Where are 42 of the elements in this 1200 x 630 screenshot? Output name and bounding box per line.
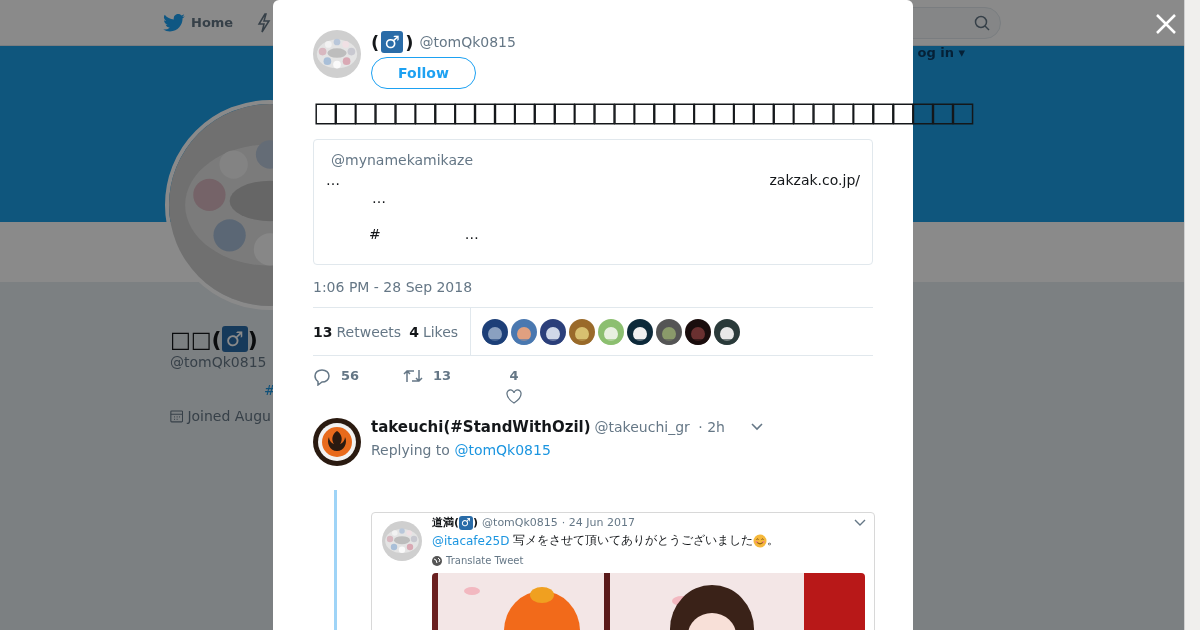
calendar-icon: [170, 408, 184, 424]
reply-time: · 2h: [697, 419, 725, 435]
quoted-link[interactable]: zakzak.co.jp/: [769, 172, 860, 188]
retweet-count[interactable]: 13 Retweets: [313, 323, 402, 340]
tweet-timestamp: 1:06 PM - 28 Sep 2018: [313, 279, 474, 295]
embedded-author-handle: @tomQk0815: [482, 516, 558, 529]
embedded-date: · 24 Jun 2017: [561, 516, 635, 529]
search-icon: [974, 14, 990, 31]
reply-author-name: takeuchi(#StandWithOzil): [371, 418, 591, 436]
caret-icon: [854, 518, 866, 527]
globe-icon: [432, 555, 442, 566]
quoted-text: …: [326, 172, 340, 188]
embedded-author-name: 道満( ♂ ): [432, 515, 479, 530]
quoted-handle: @mynamekamikaze: [331, 152, 474, 168]
caret-icon[interactable]: [750, 423, 763, 431]
speech-bubble-icon: [313, 368, 331, 386]
quoted-text: …: [464, 226, 479, 242]
embedded-text: 。: [767, 532, 780, 549]
retweet-button[interactable]: 13: [403, 368, 493, 408]
quoted-text: …: [372, 190, 386, 206]
replying-handle-link[interactable]: @tomQk0815: [454, 442, 551, 458]
close-icon[interactable]: [1155, 13, 1177, 35]
bird-icon: [163, 13, 185, 32]
heart-icon: [506, 389, 522, 404]
smiley-icon: [753, 533, 768, 548]
home-link[interactable]: Home: [191, 15, 234, 30]
like-button[interactable]: 4: [507, 368, 521, 408]
author-name: ( ♂ ): [371, 31, 414, 53]
replying-to: Replying to @tomQk0815: [371, 442, 552, 458]
joined-date: Joined Augu: [187, 408, 271, 424]
lightning-icon: [257, 12, 272, 33]
reply-author-handle: @takeuchi_gr: [594, 419, 690, 435]
quoted-hashtag: #: [369, 226, 381, 242]
follow-button[interactable]: Follow: [371, 57, 476, 89]
reply-button[interactable]: 56: [313, 368, 403, 408]
embedded-text: 写メをさせて頂いてありがとうございました: [513, 532, 754, 549]
profile-name: □□( ♂ ): [170, 326, 258, 352]
like-count[interactable]: 4 Likes: [409, 323, 459, 340]
author-handle: @tomQk0815: [419, 34, 516, 50]
quoted-tweet[interactable]: @mynamekamikaze … zakzak.co.jp/ … # …: [313, 139, 873, 265]
profile-handle: @tomQk0815: [170, 354, 267, 370]
retweet-icon: [403, 368, 423, 384]
